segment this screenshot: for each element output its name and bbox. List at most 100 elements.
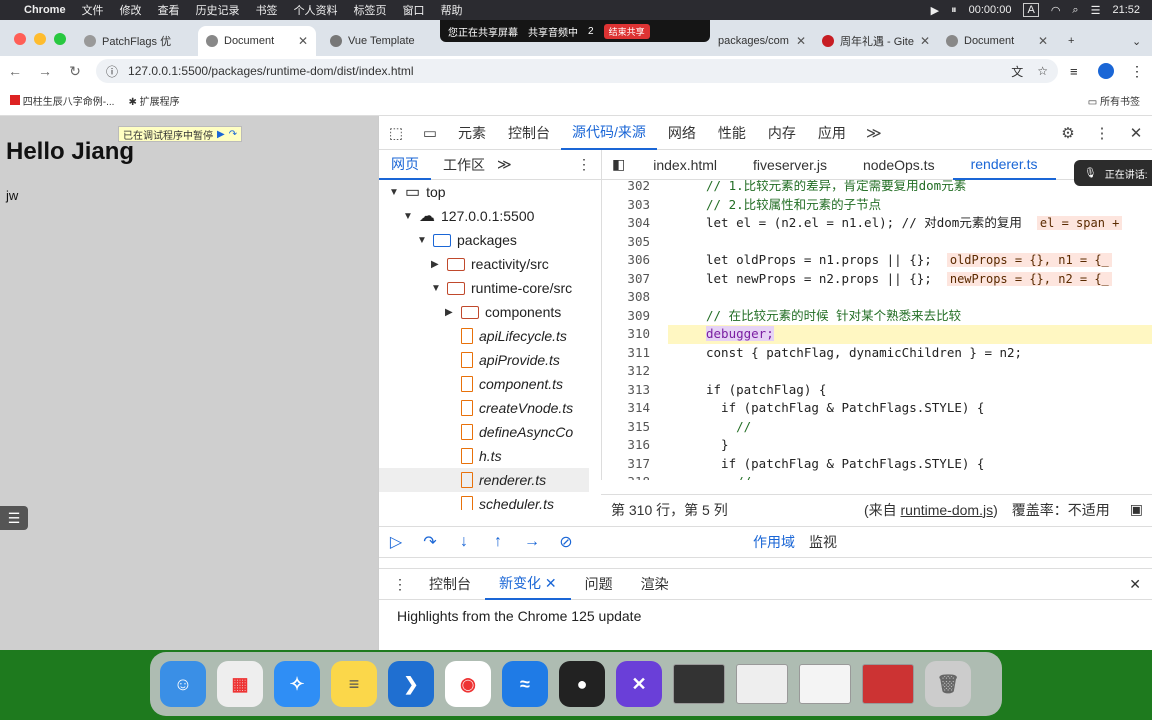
tree-item[interactable]: ▼ ▭ top bbox=[389, 180, 446, 204]
line-number[interactable]: 307 bbox=[602, 270, 676, 289]
resume-icon[interactable]: ▷ bbox=[379, 532, 413, 552]
tab-memory[interactable]: 内存 bbox=[757, 116, 807, 150]
vscode-icon[interactable]: ❯ bbox=[388, 661, 434, 707]
deactivate-breakpoints-icon[interactable]: ⊘ bbox=[549, 532, 583, 552]
draw-app-icon[interactable]: ✕ bbox=[616, 661, 662, 707]
tree-item[interactable]: component.ts bbox=[445, 372, 563, 396]
menu-history[interactable]: 历史记录 bbox=[188, 2, 248, 18]
tree-item[interactable]: ▶ components bbox=[445, 300, 561, 324]
step-over-icon[interactable]: ↷ bbox=[413, 532, 447, 552]
line-number[interactable]: 314 bbox=[602, 399, 676, 418]
tree-item[interactable]: apiProvide.ts bbox=[445, 348, 560, 372]
input-method[interactable]: A bbox=[1023, 3, 1039, 17]
close-icon[interactable]: ✕ bbox=[920, 34, 930, 48]
close-window-button[interactable] bbox=[14, 33, 26, 45]
caret-icon[interactable]: ▶ bbox=[431, 259, 441, 270]
step-into-icon[interactable]: ↓ bbox=[447, 533, 481, 551]
menu-tabs[interactable]: 标签页 bbox=[346, 2, 395, 18]
kebab-icon[interactable]: ⋮ bbox=[379, 576, 415, 593]
bookmark-item[interactable]: 四柱生辰八字命例-... bbox=[10, 93, 114, 108]
forward-icon[interactable]: → bbox=[30, 63, 60, 79]
file-tab-renderer[interactable]: renderer.ts bbox=[952, 150, 1056, 180]
menu-app-name[interactable]: Chrome bbox=[16, 4, 74, 16]
sidebar-toggle-icon[interactable]: ▣ bbox=[1130, 501, 1143, 518]
finder-icon[interactable]: ☺ bbox=[160, 661, 206, 707]
all-bookmarks[interactable]: ▭ 所有书签 bbox=[1088, 93, 1140, 108]
line-number[interactable]: 304 bbox=[602, 214, 676, 233]
lanxin-icon[interactable]: ≈ bbox=[502, 661, 548, 707]
line-number[interactable]: 306 bbox=[602, 251, 676, 270]
window-thumbnail[interactable] bbox=[862, 664, 914, 704]
line-number[interactable]: 310 bbox=[602, 325, 676, 344]
notes-icon[interactable]: ≡ bbox=[331, 661, 377, 707]
trash-icon[interactable]: 🗑 bbox=[925, 661, 971, 707]
line-number[interactable]: 312 bbox=[602, 362, 676, 381]
line-number[interactable]: 316 bbox=[602, 436, 676, 455]
window-thumbnail[interactable] bbox=[673, 664, 725, 704]
tree-item[interactable]: defineAsyncCo bbox=[445, 420, 573, 444]
site-info-icon[interactable]: ⓘ bbox=[106, 63, 118, 80]
file-tab-nodeops[interactable]: nodeOps.ts bbox=[845, 150, 953, 180]
tab-console[interactable]: 控制台 bbox=[497, 116, 561, 150]
drawer-tab-whats-new[interactable]: 新变化 ✕ bbox=[485, 568, 571, 600]
tree-item[interactable]: apiLifecycle.ts bbox=[445, 324, 567, 348]
tab-search-button[interactable]: ⌄ bbox=[1124, 26, 1148, 56]
tree-item[interactable]: ▼ runtime-core/src bbox=[431, 276, 572, 300]
menu-file[interactable]: 文件 bbox=[74, 2, 112, 18]
close-icon[interactable]: ✕ bbox=[1119, 124, 1152, 142]
tab-network[interactable]: 网络 bbox=[657, 116, 707, 150]
tab-workspace[interactable]: 工作区 bbox=[431, 150, 497, 180]
wifi-icon[interactable]: ◠ bbox=[1051, 4, 1061, 17]
tab-elements[interactable]: 元素 bbox=[447, 116, 497, 150]
close-drawer-icon[interactable]: ✕ bbox=[1129, 576, 1141, 593]
tab-packages[interactable]: packages/com ✕ bbox=[710, 26, 814, 56]
list-icon[interactable]: ☰ bbox=[0, 506, 28, 530]
omnibox[interactable]: ⓘ 127.0.0.1:5500/packages/runtime-dom/di… bbox=[96, 59, 1058, 83]
gear-icon[interactable]: ⚙ bbox=[1051, 124, 1085, 142]
chrome-icon[interactable]: ◉ bbox=[445, 661, 491, 707]
code-editor[interactable]: 302 // 1.比较元素的差异，肯定需要复用dom元素 303 // 2.比较属性和… bbox=[601, 180, 1152, 480]
tree-item[interactable]: ▼ packages bbox=[417, 228, 517, 252]
menu-bookmarks[interactable]: 书签 bbox=[248, 2, 286, 18]
line-number[interactable]: 309 bbox=[602, 307, 676, 326]
drawer-tab-console[interactable]: 控制台 bbox=[415, 568, 485, 600]
tab-patchflags[interactable]: PatchFlags 优 bbox=[76, 26, 198, 56]
tree-item[interactable]: h.ts bbox=[445, 444, 502, 468]
end-share-button[interactable]: 结束共享 bbox=[603, 23, 650, 39]
recorder-icon[interactable]: ● bbox=[559, 661, 605, 707]
bookmark-extensions[interactable]: ✱ 扩展程序 bbox=[128, 93, 179, 108]
search-icon[interactable]: ⌕ bbox=[1072, 4, 1078, 17]
close-icon[interactable]: ✕ bbox=[1038, 34, 1048, 48]
line-number[interactable]: 308 bbox=[602, 288, 676, 307]
zoom-window-button[interactable] bbox=[54, 33, 66, 45]
tab-watch[interactable]: 监视 bbox=[805, 532, 841, 552]
menu-help[interactable]: 帮助 bbox=[433, 2, 471, 18]
tree-item[interactable]: ▼ ☁ 127.0.0.1:5500 bbox=[403, 204, 534, 228]
inspect-icon[interactable]: ⬚ bbox=[379, 124, 413, 142]
file-tab-index[interactable]: index.html bbox=[635, 150, 735, 180]
close-icon[interactable]: ✕ bbox=[298, 34, 308, 48]
line-number[interactable]: 303 bbox=[602, 196, 676, 215]
line-number[interactable]: 302 bbox=[602, 180, 676, 196]
menu-edit[interactable]: 修改 bbox=[112, 2, 150, 18]
file-tab-fiveserver[interactable]: fiveserver.js bbox=[735, 150, 845, 180]
line-number[interactable]: 318 bbox=[602, 473, 676, 480]
reading-list-icon[interactable]: ≡ bbox=[1070, 64, 1078, 79]
share-audio[interactable]: 共享音频中 bbox=[528, 24, 578, 39]
tab-scope[interactable]: 作用域 bbox=[743, 532, 805, 552]
line-number[interactable]: 313 bbox=[602, 381, 676, 400]
caret-icon[interactable]: ▶ bbox=[445, 307, 455, 318]
menu-view[interactable]: 查看 bbox=[150, 2, 188, 18]
line-number[interactable]: 317 bbox=[602, 455, 676, 474]
control-center-icon[interactable]: ☰ bbox=[1091, 4, 1101, 17]
pause-icon[interactable]: ⏸ bbox=[951, 4, 957, 17]
tab-gitee[interactable]: 周年礼遇 - Gite ✕ bbox=[814, 26, 938, 56]
reload-icon[interactable]: ↻ bbox=[60, 63, 90, 80]
step-out-icon[interactable]: ↑ bbox=[481, 533, 515, 551]
close-icon[interactable]: ✕ bbox=[796, 34, 806, 48]
url-text[interactable]: 127.0.0.1:5500/packages/runtime-dom/dist… bbox=[128, 64, 414, 78]
device-toggle-icon[interactable]: ▭ bbox=[413, 124, 447, 142]
safari-icon[interactable]: ✧ bbox=[274, 661, 320, 707]
resume-icon[interactable]: ▶ bbox=[217, 129, 225, 140]
tree-item[interactable]: scheduler.ts bbox=[445, 492, 554, 510]
